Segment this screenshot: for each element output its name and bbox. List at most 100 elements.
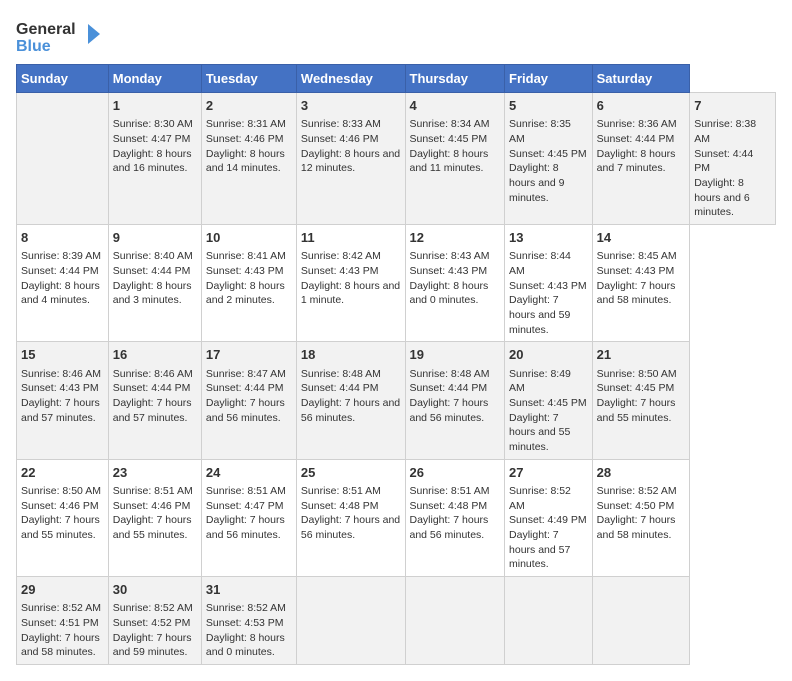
cell-content: Sunrise: 8:51 AMSunset: 4:47 PMDaylight:… bbox=[206, 484, 292, 543]
table-row: 1 Sunrise: 8:30 AMSunset: 4:47 PMDaylight… bbox=[108, 93, 201, 225]
calendar-row-1: 1 Sunrise: 8:30 AMSunset: 4:47 PMDaylight… bbox=[17, 93, 776, 225]
table-row: 19Sunrise: 8:48 AMSunset: 4:44 PMDayligh… bbox=[405, 342, 505, 459]
table-row: 30 Sunrise: 8:52 AMSunset: 4:52 PMDayligh… bbox=[108, 576, 201, 664]
svg-text:General: General bbox=[16, 21, 76, 38]
cell-content: Sunrise: 8:42 AMSunset: 4:43 PMDaylight:… bbox=[301, 249, 401, 308]
table-row: 27 Sunrise: 8:52 AMSunset: 4:49 PMDayligh… bbox=[505, 459, 593, 576]
day-number: 9 bbox=[113, 229, 197, 247]
cell-content: Sunrise: 8:51 AMSunset: 4:48 PMDaylight:… bbox=[301, 484, 401, 543]
day-number: 30 bbox=[113, 581, 197, 599]
calendar-row-5: 29 Sunrise: 8:52 AMSunset: 4:51 PMDayligh… bbox=[17, 576, 776, 664]
day-number: 4 bbox=[410, 97, 501, 115]
table-row: 25 Sunrise: 8:51 AMSunset: 4:48 PMDayligh… bbox=[296, 459, 405, 576]
cell-content: Sunrise: 8:35 AMSunset: 4:45 PMDaylight:… bbox=[509, 117, 588, 205]
calendar-row-3: 15Sunrise: 8:46 AMSunset: 4:43 PMDayligh… bbox=[17, 342, 776, 459]
day-number: 2 bbox=[206, 97, 292, 115]
day-number: 31 bbox=[206, 581, 292, 599]
col-header-saturday: Saturday bbox=[592, 65, 690, 93]
table-row: 13 Sunrise: 8:44 AMSunset: 4:43 PMDayligh… bbox=[505, 225, 593, 342]
day-number: 11 bbox=[301, 229, 401, 247]
cell-content: Sunrise: 8:34 AMSunset: 4:45 PMDaylight:… bbox=[410, 117, 501, 176]
cell-content: Sunrise: 8:52 AMSunset: 4:51 PMDaylight:… bbox=[21, 601, 104, 660]
cell-content: Sunrise: 8:47 AMSunset: 4:44 PMDaylight:… bbox=[206, 367, 292, 426]
day-number: 5 bbox=[509, 97, 588, 115]
calendar-row-2: 8 Sunrise: 8:39 AMSunset: 4:44 PMDaylight… bbox=[17, 225, 776, 342]
day-number: 10 bbox=[206, 229, 292, 247]
table-row: 15Sunrise: 8:46 AMSunset: 4:43 PMDayligh… bbox=[17, 342, 109, 459]
day-number: 26 bbox=[410, 464, 501, 482]
table-row: 4 Sunrise: 8:34 AMSunset: 4:45 PMDaylight… bbox=[405, 93, 505, 225]
day-number: 27 bbox=[509, 464, 588, 482]
day-number: 14 bbox=[597, 229, 686, 247]
cell-content: Sunrise: 8:50 AMSunset: 4:46 PMDaylight:… bbox=[21, 484, 104, 543]
table-row: 10 Sunrise: 8:41 AMSunset: 4:43 PMDayligh… bbox=[201, 225, 296, 342]
table-row: 14 Sunrise: 8:45 AMSunset: 4:43 PMDayligh… bbox=[592, 225, 690, 342]
day-number: 6 bbox=[597, 97, 686, 115]
table-row: 21 Sunrise: 8:50 AMSunset: 4:45 PMDayligh… bbox=[592, 342, 690, 459]
day-number: 20 bbox=[509, 346, 588, 364]
day-number: 8 bbox=[21, 229, 104, 247]
cell-content: Sunrise: 8:30 AMSunset: 4:47 PMDaylight:… bbox=[113, 117, 197, 176]
cell-content: Sunrise: 8:44 AMSunset: 4:43 PMDaylight:… bbox=[509, 249, 588, 337]
calendar-row-4: 22 Sunrise: 8:50 AMSunset: 4:46 PMDayligh… bbox=[17, 459, 776, 576]
cell-content: Sunrise: 8:39 AMSunset: 4:44 PMDaylight:… bbox=[21, 249, 104, 308]
day-number: 18 bbox=[301, 346, 401, 364]
table-row bbox=[505, 576, 593, 664]
logo: GeneralBlue bbox=[16, 16, 106, 56]
day-number: 13 bbox=[509, 229, 588, 247]
table-row: 28 Sunrise: 8:52 AMSunset: 4:50 PMDayligh… bbox=[592, 459, 690, 576]
day-number: 16 bbox=[113, 346, 197, 364]
day-number: 3 bbox=[301, 97, 401, 115]
cell-content: Sunrise: 8:36 AMSunset: 4:44 PMDaylight:… bbox=[597, 117, 686, 176]
cell-content: Sunrise: 8:38 AMSunset: 4:44 PMDaylight:… bbox=[694, 117, 771, 220]
table-row: 5 Sunrise: 8:35 AMSunset: 4:45 PMDaylight… bbox=[505, 93, 593, 225]
table-row bbox=[405, 576, 505, 664]
table-row: 6 Sunrise: 8:36 AMSunset: 4:44 PMDaylight… bbox=[592, 93, 690, 225]
cell-content: Sunrise: 8:52 AMSunset: 4:53 PMDaylight:… bbox=[206, 601, 292, 660]
cell-content: Sunrise: 8:46 AMSunset: 4:43 PMDaylight:… bbox=[21, 367, 104, 426]
table-row: 17Sunrise: 8:47 AMSunset: 4:44 PMDayligh… bbox=[201, 342, 296, 459]
col-header-friday: Friday bbox=[505, 65, 593, 93]
table-row bbox=[17, 93, 109, 225]
header: GeneralBlue bbox=[16, 16, 776, 56]
table-row: 7 Sunrise: 8:38 AMSunset: 4:44 PMDaylight… bbox=[690, 93, 776, 225]
cell-content: Sunrise: 8:41 AMSunset: 4:43 PMDaylight:… bbox=[206, 249, 292, 308]
table-row: 3 Sunrise: 8:33 AMSunset: 4:46 PMDaylight… bbox=[296, 93, 405, 225]
col-header-monday: Monday bbox=[108, 65, 201, 93]
col-header-thursday: Thursday bbox=[405, 65, 505, 93]
cell-content: Sunrise: 8:33 AMSunset: 4:46 PMDaylight:… bbox=[301, 117, 401, 176]
cell-content: Sunrise: 8:52 AMSunset: 4:52 PMDaylight:… bbox=[113, 601, 197, 660]
cell-content: Sunrise: 8:52 AMSunset: 4:49 PMDaylight:… bbox=[509, 484, 588, 572]
cell-content: Sunrise: 8:50 AMSunset: 4:45 PMDaylight:… bbox=[597, 367, 686, 426]
table-row: 31 Sunrise: 8:52 AMSunset: 4:53 PMDayligh… bbox=[201, 576, 296, 664]
table-row bbox=[296, 576, 405, 664]
day-number: 28 bbox=[597, 464, 686, 482]
cell-content: Sunrise: 8:51 AMSunset: 4:48 PMDaylight:… bbox=[410, 484, 501, 543]
cell-content: Sunrise: 8:45 AMSunset: 4:43 PMDaylight:… bbox=[597, 249, 686, 308]
day-number: 12 bbox=[410, 229, 501, 247]
svg-text:Blue: Blue bbox=[16, 38, 51, 55]
table-row bbox=[592, 576, 690, 664]
day-number: 21 bbox=[597, 346, 686, 364]
day-number: 7 bbox=[694, 97, 771, 115]
col-header-tuesday: Tuesday bbox=[201, 65, 296, 93]
cell-content: Sunrise: 8:52 AMSunset: 4:50 PMDaylight:… bbox=[597, 484, 686, 543]
table-row: 18 Sunrise: 8:48 AMSunset: 4:44 PMDayligh… bbox=[296, 342, 405, 459]
day-number: 1 bbox=[113, 97, 197, 115]
cell-content: Sunrise: 8:49 AMSunset: 4:45 PMDaylight:… bbox=[509, 367, 588, 455]
col-header-sunday: Sunday bbox=[17, 65, 109, 93]
table-row: 2Sunrise: 8:31 AMSunset: 4:46 PMDaylight… bbox=[201, 93, 296, 225]
cell-content: Sunrise: 8:48 AMSunset: 4:44 PMDaylight:… bbox=[301, 367, 401, 426]
day-number: 22 bbox=[21, 464, 104, 482]
table-row: 23Sunrise: 8:51 AMSunset: 4:46 PMDayligh… bbox=[108, 459, 201, 576]
generalblue-logo-icon: GeneralBlue bbox=[16, 16, 106, 56]
day-number: 24 bbox=[206, 464, 292, 482]
day-number: 25 bbox=[301, 464, 401, 482]
cell-content: Sunrise: 8:46 AMSunset: 4:44 PMDaylight:… bbox=[113, 367, 197, 426]
table-row: 11 Sunrise: 8:42 AMSunset: 4:43 PMDayligh… bbox=[296, 225, 405, 342]
cell-content: Sunrise: 8:43 AMSunset: 4:43 PMDaylight:… bbox=[410, 249, 501, 308]
day-number: 29 bbox=[21, 581, 104, 599]
day-number: 19 bbox=[410, 346, 501, 364]
table-row: 29 Sunrise: 8:52 AMSunset: 4:51 PMDayligh… bbox=[17, 576, 109, 664]
table-row: 16 Sunrise: 8:46 AMSunset: 4:44 PMDayligh… bbox=[108, 342, 201, 459]
